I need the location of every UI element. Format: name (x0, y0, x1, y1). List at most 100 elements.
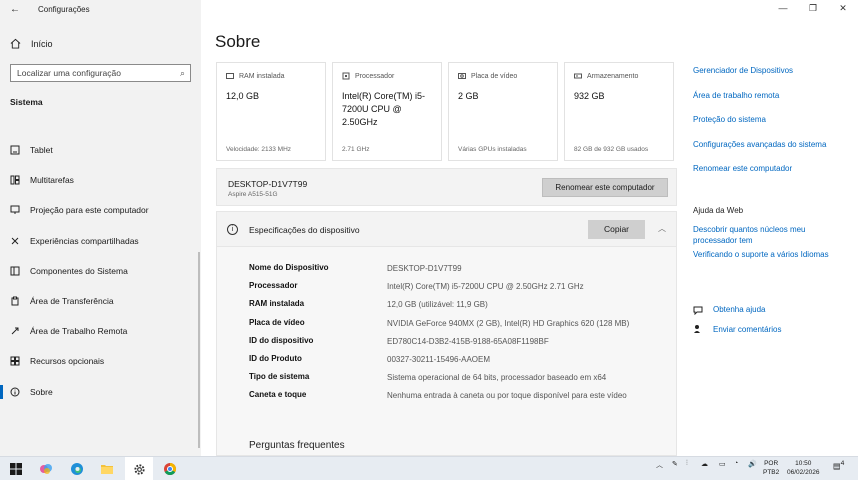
card-value: 932 GB (574, 91, 605, 101)
gear-icon (133, 463, 145, 475)
clock[interactable]: 10:50 06/02/2026 (787, 459, 820, 477)
sidebar-item-label: Recursos opcionais (30, 356, 105, 367)
copy-button[interactable]: Copiar (588, 220, 645, 239)
summary-cards: RAM instalada 12,0 GB Velocidade: 2133 M… (216, 62, 674, 161)
edge-button[interactable] (69, 461, 85, 477)
sidebar-item-remota[interactable]: Área de Trabalho Remota (0, 316, 201, 346)
device-name: DESKTOP-D1V7T99 (228, 179, 308, 189)
folder-icon (101, 465, 113, 474)
stylus-icon[interactable]: ⫶ (686, 460, 688, 468)
advanced-settings-link[interactable]: Configurações avançadas do sistema (693, 140, 853, 165)
table-row: RAM instalada 12,0 GB (utilizável: 11,9 G… (249, 299, 651, 317)
pen-icon[interactable]: ✎ (672, 460, 678, 468)
copilot-icon (40, 464, 52, 474)
faq-heading[interactable]: Perguntas frequentes (249, 440, 345, 451)
card-sub: Várias GPUs instaladas (458, 146, 527, 153)
search-placeholder: Localizar uma configuração (17, 68, 121, 78)
clock-date: 06/02/2026 (787, 469, 820, 476)
volume-icon[interactable]: 🔊 (748, 460, 757, 468)
file-explorer-button[interactable] (99, 461, 115, 477)
sidebar-item-multitarefas[interactable]: Multitarefas (0, 165, 201, 195)
close-button[interactable]: ✕ (828, 0, 858, 16)
chevron-up-icon[interactable]: ︿ (656, 460, 663, 470)
spec-value: 12,0 GB (utilizável: 11,9 GB) (387, 300, 488, 310)
copilot-button[interactable] (38, 461, 54, 477)
sidebar-item-componentes[interactable]: Componentes do Sistema (0, 256, 201, 286)
spec-key: Nome do Dispositivo (249, 263, 329, 272)
search-icon: ⌕ (179, 68, 185, 78)
notification-icon[interactable]: ▤4 (833, 460, 844, 471)
system-protection-link[interactable]: Proteção do sistema (693, 115, 853, 140)
maximize-button[interactable]: ❐ (798, 0, 828, 16)
minimize-button[interactable]: — (768, 0, 798, 16)
spec-value: Nenhuma entrada à caneta ou por toque di… (387, 391, 627, 401)
device-manager-link[interactable]: Gerenciador de Dispositivos (693, 66, 853, 91)
table-row: Caneta e toque Nenhuma entrada à caneta o… (249, 390, 651, 408)
language-help-link[interactable]: Verificando o suporte a vários Idiomas (693, 250, 853, 259)
sidebar-scrollbar[interactable] (198, 252, 200, 448)
back-button[interactable]: ← (0, 4, 30, 15)
get-help-link[interactable]: Obtenha ajuda (693, 300, 781, 320)
sidebar-item-projecao[interactable]: Projeção para este computador (0, 195, 201, 225)
spec-key: Tipo de sistema (249, 372, 310, 382)
specs-table: Nome do Dispositivo DESKTOP-D1V7T99 Proce… (249, 263, 651, 409)
features-icon (10, 356, 20, 366)
ram-icon (226, 73, 234, 79)
spec-value: Intel(R) Core(TM) i5-7200U CPU @ 2.50GHz… (387, 282, 584, 292)
app-title: Configurações (38, 4, 90, 14)
specs-header[interactable]: i Especificações do dispositivo Copiar ︿ (217, 212, 676, 247)
keyboard-code: PTB2 (763, 469, 780, 476)
remote-desktop-link[interactable]: Área de trabalho remota (693, 91, 853, 116)
language-indicator[interactable]: POR PTB2 (763, 459, 779, 477)
lang-code: POR (764, 460, 779, 467)
chrome-icon (164, 463, 177, 476)
chrome-button[interactable] (162, 461, 178, 477)
search-input[interactable]: Localizar uma configuração ⌕ (10, 64, 191, 82)
clock-time: 10:50 (795, 460, 812, 467)
card-sub: 2.71 GHz (342, 146, 370, 153)
info-icon: i (227, 224, 238, 235)
help-chat-icon (693, 306, 703, 315)
cloud-offline-icon[interactable]: ☁ (701, 460, 708, 468)
settings-button[interactable] (131, 461, 147, 477)
card-label: Armazenamento (587, 72, 639, 80)
edge-icon (71, 463, 83, 475)
battery-icon[interactable]: ▭ (719, 460, 726, 468)
rename-pc-link[interactable]: Renomear este computador (693, 164, 853, 206)
card-label: Processador (355, 72, 395, 80)
table-row: Tipo de sistema Sistema operacional de 64… (249, 372, 651, 390)
sidebar-item-label: Área de Transferência (30, 296, 114, 307)
feedback-label: Enviar comentários (713, 324, 782, 334)
processor-card: Processador Intel(R) Core(TM) i5-7200U C… (332, 62, 442, 161)
sidebar-item-label: Sobre (30, 386, 53, 397)
feedback-link[interactable]: Enviar comentários (693, 320, 781, 340)
home-icon (10, 38, 21, 49)
ram-card: RAM instalada 12,0 GB Velocidade: 2133 M… (216, 62, 326, 161)
cores-help-link[interactable]: Descobrir quantos núcleos meu processado… (693, 224, 828, 250)
web-help-title: Ajuda da Web (693, 206, 744, 216)
card-sub: 82 GB de 932 GB usados (574, 146, 649, 153)
rename-pc-button[interactable]: Renomear este computador (542, 178, 668, 197)
card-label: Placa de vídeo (471, 72, 518, 80)
sidebar-item-experiencias[interactable]: Experiências compartilhadas (0, 226, 201, 256)
card-label: RAM instalada (239, 72, 285, 80)
info-icon (10, 387, 20, 397)
spec-key: Processador (249, 281, 298, 291)
sidebar-item-transferencia[interactable]: Área de Transferência (0, 286, 201, 316)
sidebar-item-tablet[interactable]: Tablet (0, 135, 201, 165)
sidebar-nav: Tablet Multitarefas Projeção para este c… (0, 135, 201, 407)
sidebar-item-recursos[interactable]: Recursos opcionais (0, 346, 201, 376)
get-help-label: Obtenha ajuda (713, 305, 766, 315)
sidebar-item-label: Experiências compartilhadas (30, 235, 139, 246)
start-button[interactable] (8, 461, 24, 477)
chevron-up-icon[interactable]: ︿ (658, 223, 666, 234)
wifi-icon[interactable]: ◔ (734, 460, 738, 467)
home-link[interactable]: Início (10, 38, 53, 49)
sidebar-item-label: Projeção para este computador (30, 205, 149, 216)
notification-count: 4 (840, 460, 845, 467)
sidebar-item-sobre[interactable]: Sobre (0, 377, 201, 407)
spec-key: Caneta e toque (249, 390, 307, 400)
remote-icon (11, 327, 19, 335)
storage-card: Armazenamento 932 GB 82 GB de 932 GB usa… (564, 62, 674, 161)
spec-value: Sistema operacional de 64 bits, processa… (387, 373, 607, 383)
